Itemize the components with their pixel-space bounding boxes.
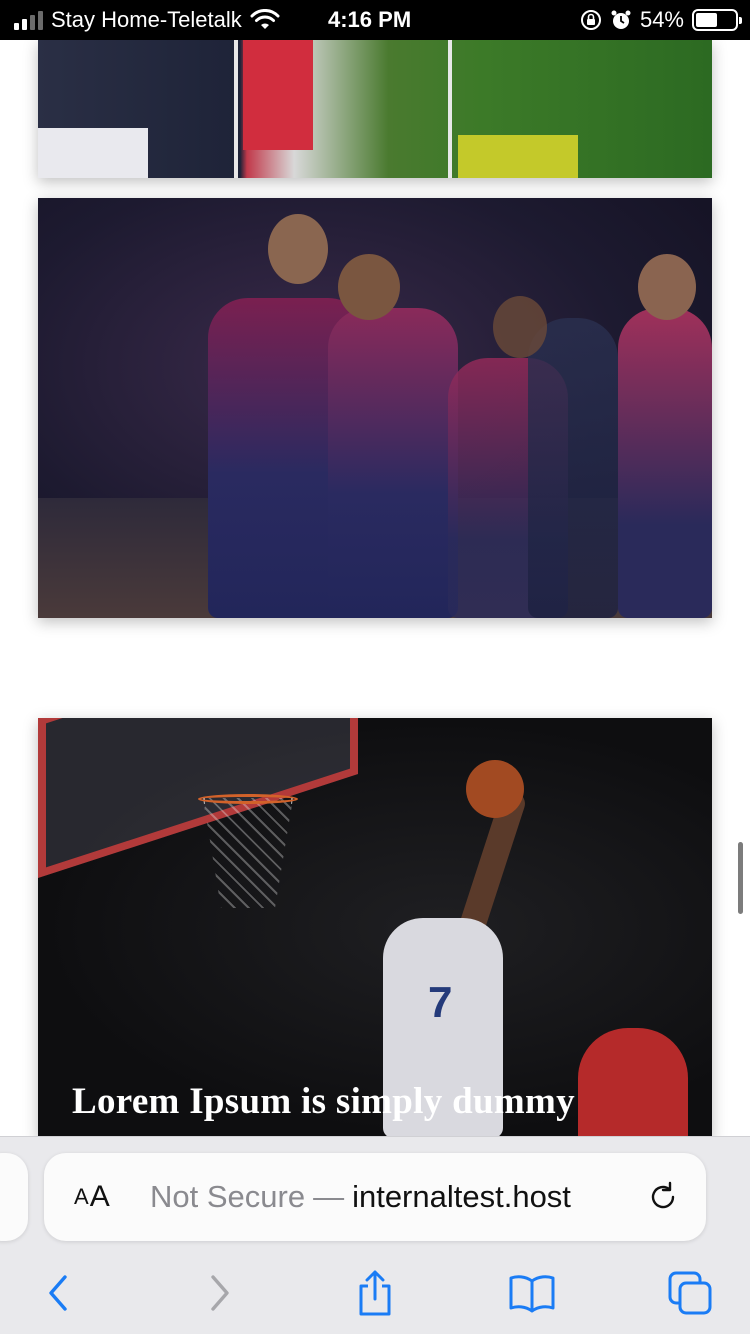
status-left: Stay Home-Teletalk: [14, 0, 280, 40]
article-image-cricket[interactable]: [38, 198, 712, 618]
image-detail: [493, 296, 547, 358]
tabs-button[interactable]: [660, 1263, 720, 1323]
book-icon: [509, 1275, 555, 1313]
image-divider: [448, 40, 452, 178]
battery-fill: [696, 13, 717, 27]
image-detail: [528, 318, 618, 618]
status-bar: Stay Home-Teletalk 4:16 PM 54%: [0, 0, 750, 40]
carrier-name: Stay Home-Teletalk: [51, 7, 242, 32]
image-detail: [578, 1028, 688, 1138]
browser-nav-toolbar: [0, 1257, 750, 1329]
forward-button[interactable]: [190, 1263, 250, 1323]
url-separator: —: [313, 1179, 345, 1214]
image-detail: [243, 40, 313, 150]
reload-icon[interactable]: [646, 1180, 680, 1214]
status-right: 54%: [580, 0, 742, 40]
chevron-right-icon: [211, 1275, 229, 1311]
url-display[interactable]: Not Secure — internaltest.host: [150, 1153, 571, 1241]
image-detail: [466, 760, 524, 818]
share-icon: [359, 1270, 391, 1316]
image-detail: [328, 308, 458, 618]
article-image-football[interactable]: [38, 40, 712, 178]
image-divider: [234, 40, 238, 178]
image-detail: [198, 794, 298, 804]
image-detail: [203, 798, 293, 908]
image-detail: [38, 128, 148, 178]
previous-tab-preview[interactable]: [0, 1153, 28, 1241]
share-button[interactable]: [345, 1263, 405, 1323]
battery-percent: 54%: [639, 7, 684, 32]
orientation-lock-icon: [580, 10, 601, 30]
chevron-left-icon: [49, 1275, 67, 1311]
alarm-icon: [611, 10, 631, 29]
url-host: internaltest.host: [352, 1179, 571, 1214]
back-button[interactable]: [28, 1263, 88, 1323]
security-label: Not Secure: [150, 1179, 306, 1214]
image-detail: [338, 254, 400, 320]
clock: 4:16 PM: [328, 7, 412, 32]
text-size-button[interactable]: AA: [74, 1153, 110, 1241]
screen: Stay Home-Teletalk 4:16 PM 54% 7 Lorem I…: [0, 0, 750, 1334]
image-detail: [268, 214, 328, 284]
text-size-small-a: A: [74, 1184, 89, 1209]
wifi-icon: [250, 9, 280, 29]
address-bar[interactable]: AA Not Secure — internaltest.host: [44, 1153, 706, 1241]
battery-icon: [692, 9, 742, 31]
image-detail: 7: [428, 978, 453, 1027]
article-headline[interactable]: Lorem Ipsum is simply dummy: [72, 1080, 575, 1123]
text-size-large-a: A: [89, 1180, 110, 1213]
scroll-indicator[interactable]: [738, 842, 743, 914]
image-detail: [618, 308, 712, 618]
article-card-basketball[interactable]: 7 Lorem Ipsum is simply dummy: [38, 718, 712, 1138]
browser-toolbar-area: AA Not Secure — internaltest.host: [0, 1136, 750, 1334]
image-detail: [458, 135, 578, 178]
bookmarks-button[interactable]: [502, 1263, 562, 1323]
image-detail: [638, 254, 696, 320]
tabs-icon: [668, 1271, 712, 1315]
cellular-signal-icon: [14, 10, 43, 30]
